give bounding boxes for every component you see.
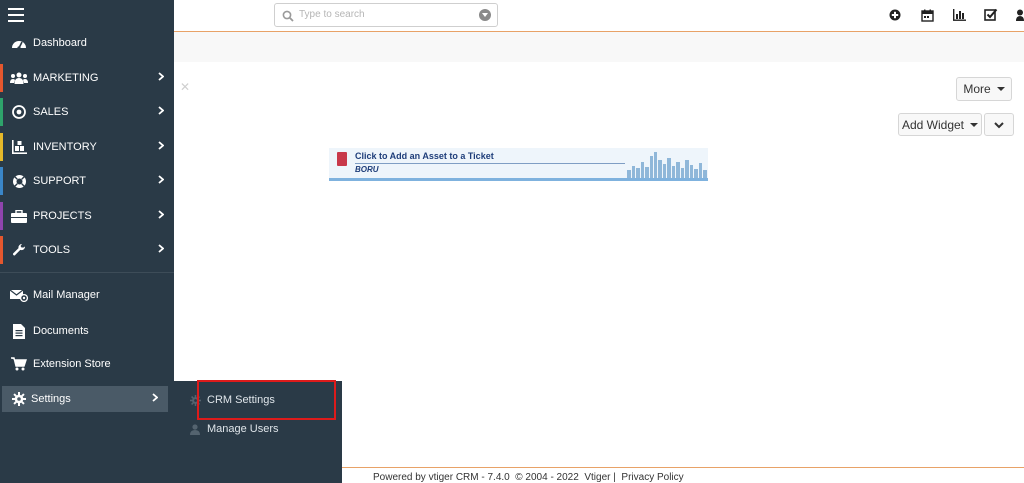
footer: Powered by vtiger CRM - 7.4.0 © 2004 - 2… xyxy=(342,467,1024,483)
skyline-illustration xyxy=(627,152,707,178)
accent-bar xyxy=(0,64,3,92)
footer-text: Powered by vtiger CRM - 7.4.0 © 2004 - 2… xyxy=(373,472,684,483)
chevron-right-icon xyxy=(158,175,165,187)
accent-bar xyxy=(0,133,3,161)
users-icon xyxy=(10,70,28,86)
lifebuoy-icon xyxy=(10,173,28,189)
sidebar-item-documents[interactable]: Documents xyxy=(0,315,174,347)
asset-ticket-banner[interactable]: Click to Add an Asset to a Ticket BORU xyxy=(329,148,708,181)
sidebar-item-label: Documents xyxy=(33,325,89,337)
user-icon xyxy=(189,423,201,435)
sidebar-item-label: MARKETING xyxy=(33,72,99,84)
sidebar-item-label: SUPPORT xyxy=(33,175,86,187)
search-icon xyxy=(282,7,294,26)
sidebar-item-label: INVENTORY xyxy=(33,141,97,153)
sidebar-item-marketing[interactable]: MARKETING xyxy=(0,62,174,94)
sidebar-item-label: SALES xyxy=(33,106,69,118)
page-header-strip xyxy=(174,32,1024,62)
search-filter-dropdown-icon[interactable] xyxy=(479,9,491,21)
sidebar-item-mail-manager[interactable]: Mail Manager xyxy=(0,279,174,311)
sidebar: Dashboard MARKETING SALES INVENTORY SUPP… xyxy=(0,0,174,483)
banner-title: Click to Add an Asset to a Ticket xyxy=(355,151,494,161)
wrench-icon xyxy=(10,242,28,258)
sidebar-item-sales[interactable]: SALES xyxy=(0,96,174,128)
calendar-icon[interactable] xyxy=(918,6,936,24)
sidebar-item-inventory[interactable]: INVENTORY xyxy=(0,131,174,163)
mail-icon xyxy=(10,287,28,303)
global-search[interactable]: Type to search xyxy=(274,3,498,27)
submenu-item-manage-users[interactable]: Manage Users xyxy=(174,417,342,441)
sidebar-item-extension-store[interactable]: Extension Store xyxy=(0,348,174,380)
sidebar-item-label: PROJECTS xyxy=(33,210,92,222)
search-input[interactable]: Type to search xyxy=(299,9,365,20)
caret-down-icon xyxy=(970,122,979,127)
sidebar-item-label: Dashboard xyxy=(33,37,87,49)
user-icon[interactable] xyxy=(1016,6,1024,24)
more-button[interactable]: More xyxy=(956,77,1012,101)
banner-divider xyxy=(355,163,625,164)
chevron-right-icon xyxy=(152,393,159,405)
sidebar-item-label: Extension Store xyxy=(33,358,111,370)
highlight-box xyxy=(197,380,336,420)
accent-bar xyxy=(0,202,3,230)
chevron-right-icon xyxy=(158,106,165,118)
sidebar-item-label: TOOLS xyxy=(33,244,71,256)
cart-icon xyxy=(10,356,28,372)
dashboard-icon xyxy=(10,35,28,51)
sidebar-item-tools[interactable]: TOOLS xyxy=(0,234,174,266)
caret-down-icon xyxy=(996,87,1005,91)
inventory-icon xyxy=(10,139,28,155)
submenu-item-label: Manage Users xyxy=(207,423,279,435)
chevron-right-icon xyxy=(158,72,165,84)
add-widget-label: Add Widget xyxy=(901,117,965,132)
sidebar-item-support[interactable]: SUPPORT xyxy=(0,165,174,197)
chevron-right-icon xyxy=(158,210,165,222)
ticket-icon xyxy=(337,152,347,166)
reports-icon[interactable] xyxy=(950,6,968,24)
banner-logo: BORU xyxy=(355,165,379,174)
sidebar-item-label: Mail Manager xyxy=(33,289,100,301)
header-icons xyxy=(872,6,1024,24)
chevron-right-icon xyxy=(158,141,165,153)
document-icon xyxy=(10,323,28,339)
accent-bar xyxy=(0,98,3,126)
more-button-label: More xyxy=(963,82,991,96)
close-icon[interactable]: ✕ xyxy=(180,80,190,94)
briefcase-icon xyxy=(10,208,28,224)
tasks-icon[interactable] xyxy=(982,6,1000,24)
add-icon[interactable] xyxy=(886,6,904,24)
accent-bar xyxy=(0,236,3,264)
accent-bar xyxy=(0,167,3,195)
collapse-widgets-button[interactable] xyxy=(984,113,1014,136)
chevron-right-icon xyxy=(158,244,165,256)
target-icon xyxy=(10,104,28,120)
sidebar-item-projects[interactable]: PROJECTS xyxy=(0,200,174,232)
menu-icon[interactable] xyxy=(8,8,24,22)
sidebar-item-settings[interactable]: Settings xyxy=(2,386,168,412)
chevron-down-icon xyxy=(994,118,1004,132)
sidebar-divider xyxy=(0,272,174,273)
sidebar-item-dashboard[interactable]: Dashboard xyxy=(0,27,174,59)
gear-icon xyxy=(10,391,28,407)
add-widget-button[interactable]: Add Widget xyxy=(898,113,982,136)
sidebar-item-label: Settings xyxy=(31,393,71,405)
